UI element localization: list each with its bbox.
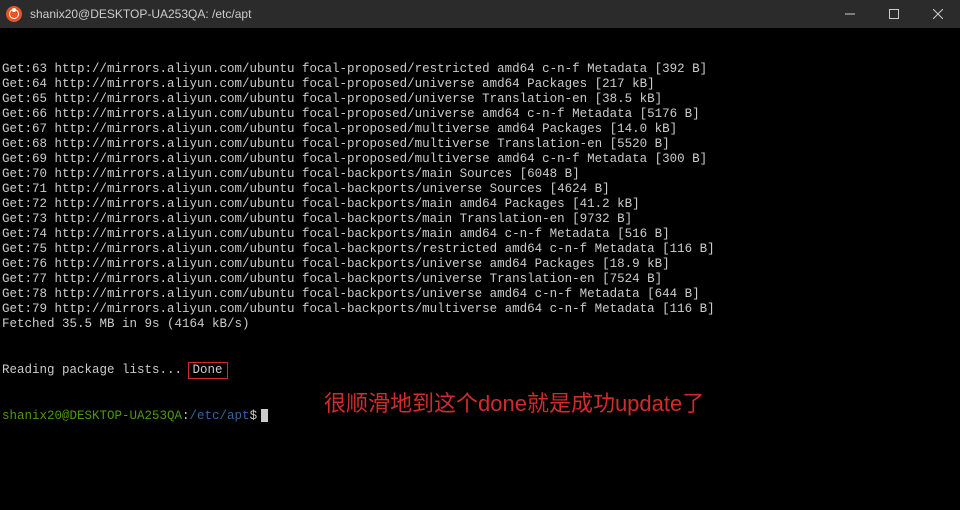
output-line: Get:64 http://mirrors.aliyun.com/ubuntu … bbox=[0, 77, 960, 92]
prompt-colon: : bbox=[182, 409, 190, 423]
window-controls bbox=[828, 0, 960, 28]
output-line: Get:67 http://mirrors.aliyun.com/ubuntu … bbox=[0, 122, 960, 137]
output-line: Get:76 http://mirrors.aliyun.com/ubuntu … bbox=[0, 257, 960, 272]
window-title: shanix20@DESKTOP-UA253QA: /etc/apt bbox=[30, 7, 828, 21]
output-line: Get:69 http://mirrors.aliyun.com/ubuntu … bbox=[0, 152, 960, 167]
titlebar: shanix20@DESKTOP-UA253QA: /etc/apt bbox=[0, 0, 960, 28]
prompt-dollar: $ bbox=[250, 409, 258, 423]
output-line: Get:70 http://mirrors.aliyun.com/ubuntu … bbox=[0, 167, 960, 182]
close-button[interactable] bbox=[916, 0, 960, 28]
output-line: Get:73 http://mirrors.aliyun.com/ubuntu … bbox=[0, 212, 960, 227]
reading-prefix: Reading package lists... bbox=[2, 363, 190, 377]
output-line: Get:72 http://mirrors.aliyun.com/ubuntu … bbox=[0, 197, 960, 212]
minimize-button[interactable] bbox=[828, 0, 872, 28]
output-line: Get:78 http://mirrors.aliyun.com/ubuntu … bbox=[0, 287, 960, 302]
reading-line: Reading package lists... Done bbox=[0, 362, 960, 379]
output-line: Get:77 http://mirrors.aliyun.com/ubuntu … bbox=[0, 272, 960, 287]
ubuntu-icon bbox=[6, 6, 22, 22]
output-line: Get:74 http://mirrors.aliyun.com/ubuntu … bbox=[0, 227, 960, 242]
output-line: Get:65 http://mirrors.aliyun.com/ubuntu … bbox=[0, 92, 960, 107]
maximize-icon bbox=[889, 9, 899, 19]
done-highlight: Done bbox=[188, 362, 228, 379]
output-line: Get:71 http://mirrors.aliyun.com/ubuntu … bbox=[0, 182, 960, 197]
output-line: Get:68 http://mirrors.aliyun.com/ubuntu … bbox=[0, 137, 960, 152]
close-icon bbox=[933, 9, 943, 19]
output-line: Get:79 http://mirrors.aliyun.com/ubuntu … bbox=[0, 302, 960, 317]
minimize-icon bbox=[845, 9, 855, 19]
output-line: Get:66 http://mirrors.aliyun.com/ubuntu … bbox=[0, 107, 960, 122]
output-line: Get:75 http://mirrors.aliyun.com/ubuntu … bbox=[0, 242, 960, 257]
annotation-text: 很顺滑地到这个done就是成功update了 bbox=[324, 386, 704, 418]
terminal-window: shanix20@DESKTOP-UA253QA: /etc/apt Get:6… bbox=[0, 0, 960, 510]
output-line: Get:63 http://mirrors.aliyun.com/ubuntu … bbox=[0, 62, 960, 77]
prompt-user-host: shanix20@DESKTOP-UA253QA bbox=[2, 409, 182, 423]
maximize-button[interactable] bbox=[872, 0, 916, 28]
cursor bbox=[261, 409, 268, 422]
prompt-path: /etc/apt bbox=[190, 409, 250, 423]
output-line: Fetched 35.5 MB in 9s (4164 kB/s) bbox=[0, 317, 960, 332]
